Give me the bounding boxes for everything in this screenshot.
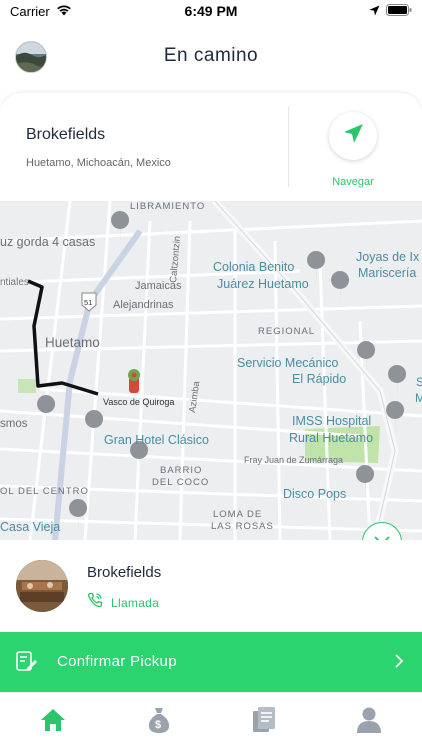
map-label: Huetamo [45, 335, 100, 350]
map-label: Vasco de Quiroga [103, 397, 174, 407]
map-label: Servicio Mecánico [237, 356, 338, 370]
chevron-right-icon [394, 653, 404, 674]
map-label: Colonia Benito [213, 260, 294, 274]
page-title: En camino [163, 45, 259, 66]
map-label: Juárez Huetamo [217, 277, 309, 291]
money-bag-icon: $ [146, 706, 172, 739]
map-label: Rural Huetamo [289, 431, 373, 445]
navigation-arrow-icon [341, 122, 365, 151]
tab-earnings[interactable]: $ [144, 707, 174, 737]
map-label: DEL COCO [152, 477, 209, 488]
battery-icon [386, 3, 412, 19]
map-label: OL DEL CENTRO [0, 486, 89, 497]
map-label: M [415, 391, 422, 405]
map-label: uz gorda 4 casas [0, 235, 95, 249]
map-label: Mariscería [358, 266, 416, 280]
call-button[interactable]: Llamada [87, 592, 159, 613]
status-bar: Carrier 6:49 PM [0, 0, 422, 22]
map-label: 51 [84, 298, 92, 307]
tab-orders[interactable] [249, 706, 279, 739]
navigate-button[interactable] [329, 112, 377, 160]
map-label: Joyas de Ix [356, 250, 420, 264]
map-label: smos [0, 418, 28, 430]
receipts-icon [251, 706, 277, 739]
wifi-icon [56, 4, 72, 19]
map-label: REGIONAL [258, 326, 315, 337]
map-label: Disco Pops [283, 487, 346, 501]
map-label: LIBRAMIENTO [130, 201, 205, 212]
map-label: LAS ROSAS [211, 521, 274, 532]
home-icon [39, 707, 67, 738]
map-label: Alejandrinas [113, 299, 174, 311]
avatar [16, 560, 68, 612]
confirm-pickup-button[interactable]: Confirmar Pickup [0, 632, 422, 692]
location-arrow-icon [369, 4, 380, 19]
profile-icon [356, 706, 382, 739]
tab-bar: $ [0, 692, 422, 750]
call-label: Llamada [111, 595, 160, 610]
map-label: S [416, 375, 422, 389]
map-label: LOMA DE [213, 509, 262, 520]
svg-text:$: $ [155, 719, 161, 731]
map-label: ntiales [0, 277, 29, 288]
map-label: IMSS Hospital [292, 414, 371, 428]
carrier-label: Carrier [10, 3, 50, 19]
tab-profile[interactable] [354, 707, 384, 737]
customer-card: Brokefields Llamada [0, 540, 422, 632]
map-label: Casa Vieja [0, 520, 60, 534]
map-label: El Rápido [292, 372, 346, 386]
map-label: Fray Juan de Zumárraga [244, 455, 343, 465]
customer-name: Brokefields [87, 564, 162, 581]
map-canvas[interactable]: LIBRAMIENTO uz gorda 4 casas ntiales Jam… [0, 201, 422, 540]
destination-name: Brokefields [26, 126, 106, 143]
navigate-label[interactable]: Navegar [318, 176, 388, 188]
map-label: BARRIO [160, 465, 202, 476]
destination-address: Huetamo, Michoacán, Mexico [26, 157, 171, 169]
map-label: Gran Hotel Clásico [104, 433, 209, 447]
header: En camino [0, 26, 422, 86]
phone-icon [87, 592, 103, 613]
map[interactable]: LIBRAMIENTO uz gorda 4 casas ntiales Jam… [0, 201, 422, 540]
confirm-pickup-label: Confirmar Pickup [57, 653, 177, 670]
divider [288, 107, 289, 187]
edit-document-icon [14, 649, 38, 678]
tab-home[interactable] [38, 707, 68, 737]
